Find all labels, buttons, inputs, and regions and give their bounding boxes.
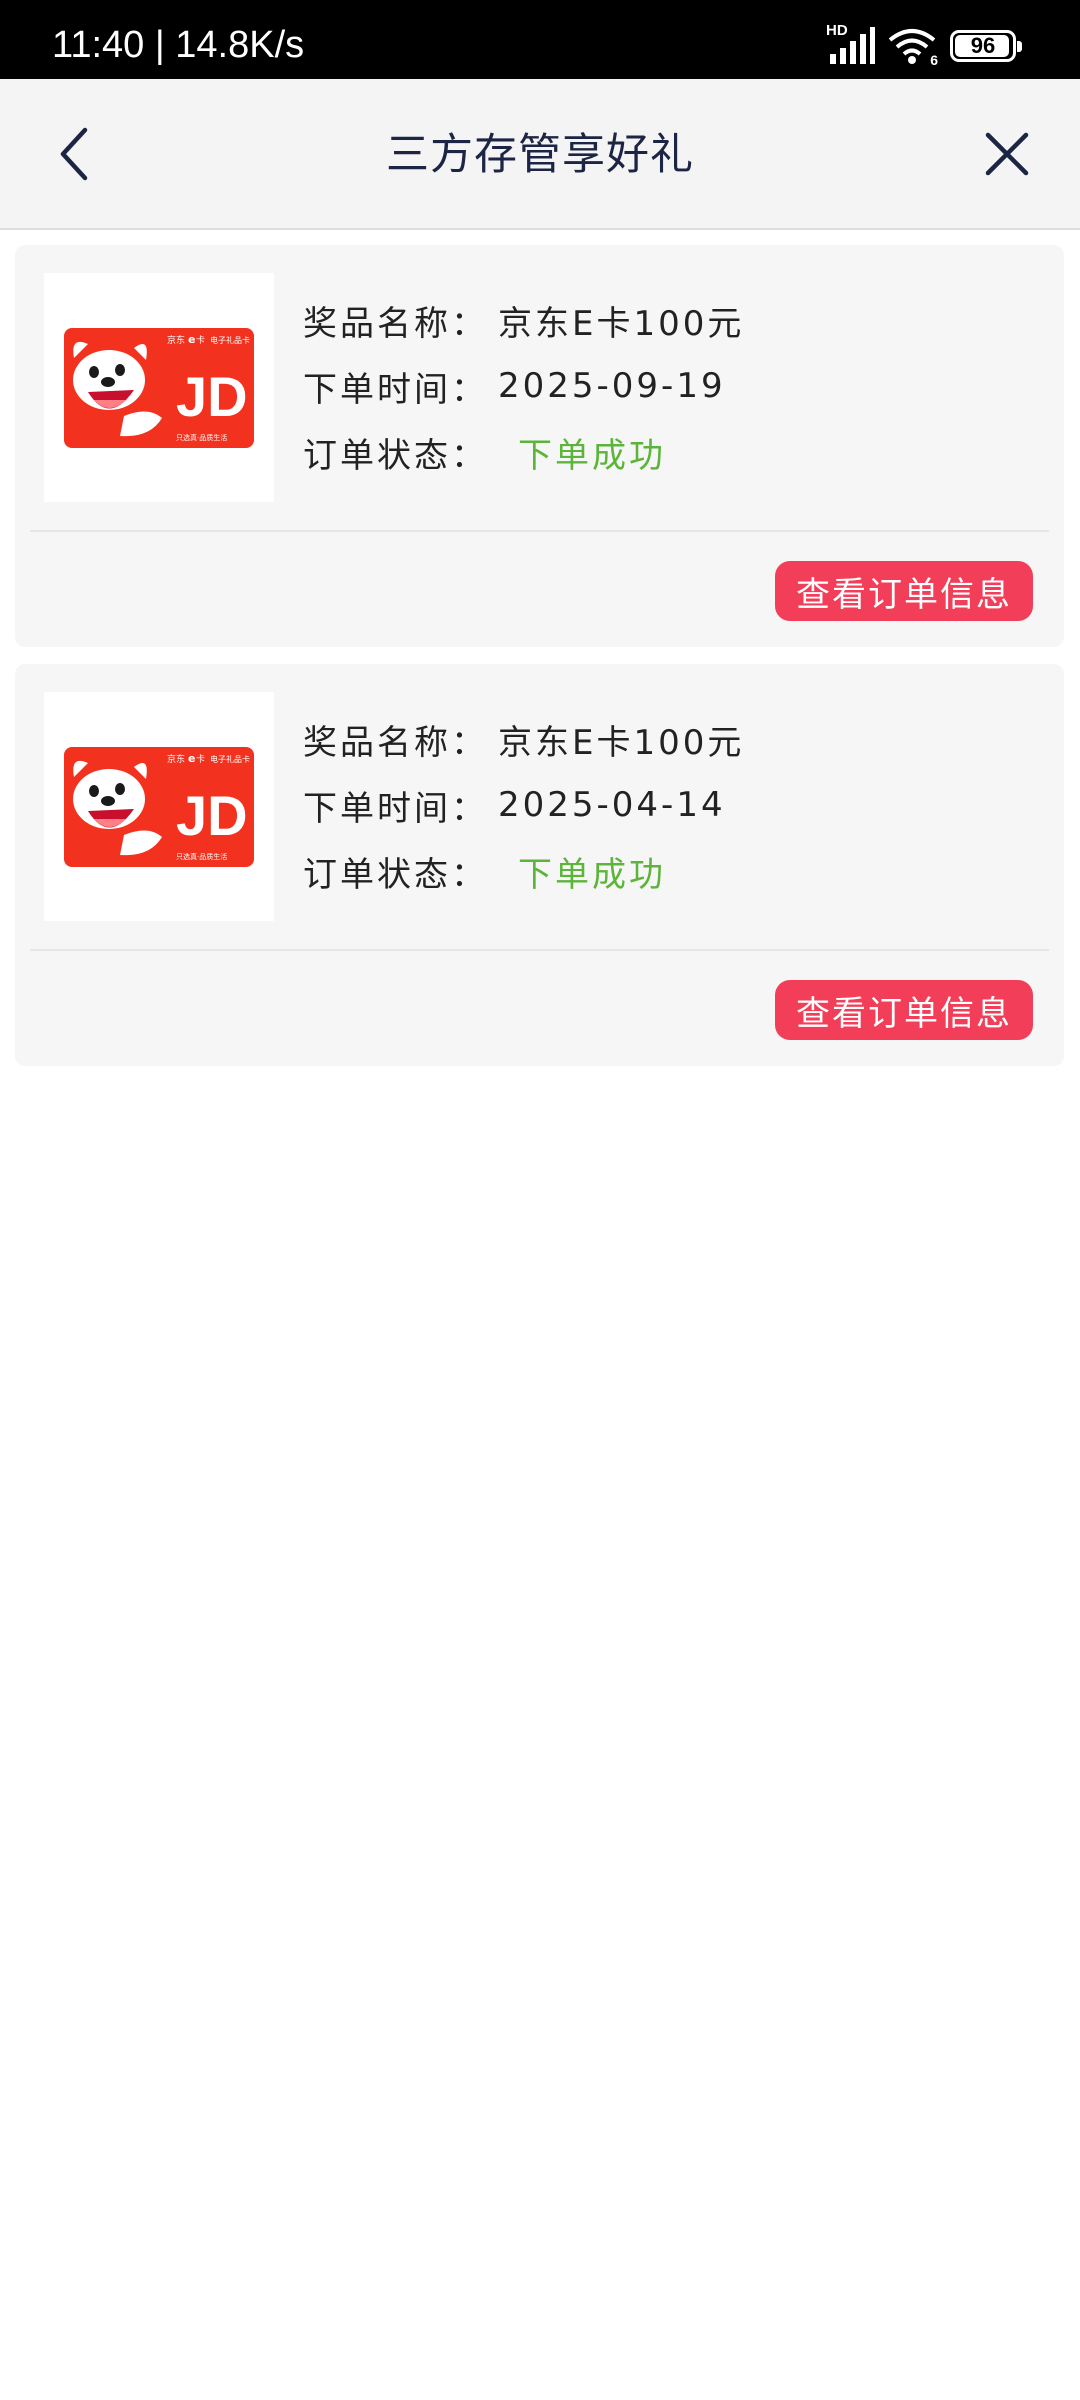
order-status-value: 下单成功 bbox=[518, 854, 666, 895]
order-status-row: 订单状态： 下单成功 bbox=[303, 419, 744, 485]
order-time-value: 2025-04-14 bbox=[498, 785, 726, 825]
card-gift-text: 电子礼品卡 bbox=[210, 754, 250, 764]
prize-name-label: 奖品名称： bbox=[303, 722, 488, 763]
order-status-label: 订单状态： bbox=[303, 435, 488, 476]
card-jd-logo: JD bbox=[176, 784, 248, 847]
battery-level: 96 bbox=[970, 33, 996, 58]
card-slogan: 只选真·品质生活 bbox=[176, 433, 227, 442]
card-gift-text: 电子礼品卡 bbox=[210, 335, 250, 345]
order-info: 奖品名称： 京东E卡100元 下单时间： 2025-09-19 订单状态： 下单… bbox=[303, 287, 744, 485]
order-time-value: 2025-09-19 bbox=[498, 366, 726, 406]
order-info: 奖品名称： 京东E卡100元 下单时间： 2025-04-14 订单状态： 下单… bbox=[303, 706, 744, 904]
prize-name-value: 京东E卡100元 bbox=[498, 303, 745, 344]
gift-card-image: 京东 e 卡 电子礼品卡 JD 只选真·品质生活 bbox=[44, 273, 274, 502]
order-card: 京东 e 卡 电子礼品卡 JD 只选真·品质生活 奖品名称： 京东E卡100元 bbox=[15, 664, 1064, 1066]
order-status-value: 下单成功 bbox=[518, 435, 666, 476]
card-slogan: 只选真·品质生活 bbox=[176, 852, 227, 861]
order-time-row: 下单时间： 2025-04-14 bbox=[303, 772, 744, 838]
page-title: 三方存管享好礼 bbox=[386, 130, 694, 180]
order-time-row: 下单时间： 2025-09-19 bbox=[303, 353, 744, 419]
gift-card-image: 京东 e 卡 电子礼品卡 JD 只选真·品质生活 bbox=[44, 692, 274, 921]
prize-name-row: 奖品名称： 京东E卡100元 bbox=[303, 706, 744, 772]
order-list: 京东 e 卡 电子礼品卡 JD 只选真·品质生活 奖品名称： 京东E卡100元 bbox=[15, 245, 1065, 1083]
view-order-button[interactable]: 查看订单信息 bbox=[775, 561, 1033, 621]
prize-name-value: 京东E卡100元 bbox=[498, 722, 745, 763]
wifi-badge: 6 bbox=[930, 52, 938, 68]
card-divider bbox=[30, 949, 1049, 951]
card-brand-e: e bbox=[188, 752, 195, 765]
card-divider bbox=[30, 530, 1049, 532]
order-card: 京东 e 卡 电子礼品卡 JD 只选真·品质生活 奖品名称： 京东E卡100元 bbox=[15, 245, 1064, 647]
prize-name-row: 奖品名称： 京东E卡100元 bbox=[303, 287, 744, 353]
close-icon[interactable] bbox=[974, 121, 1040, 187]
order-status-row: 订单状态： 下单成功 bbox=[303, 838, 744, 904]
signal-icon: HD bbox=[826, 22, 876, 66]
view-order-button[interactable]: 查看订单信息 bbox=[775, 980, 1033, 1040]
card-brand-ka: 卡 bbox=[196, 334, 205, 346]
status-bar: 11:40 | 14.8K/s HD 6 96 bbox=[0, 0, 1080, 79]
status-time: 11:40 | 14.8K/s bbox=[52, 24, 305, 66]
wifi-icon: 6 bbox=[888, 26, 938, 68]
card-brand-ka: 卡 bbox=[196, 753, 205, 765]
order-status-label: 订单状态： bbox=[303, 854, 488, 895]
card-brand-text: 京东 bbox=[167, 753, 185, 765]
status-icons: HD 6 96 bbox=[826, 22, 1022, 68]
card-brand-e: e bbox=[188, 333, 195, 346]
order-time-label: 下单时间： bbox=[303, 788, 488, 829]
navigation-bar: 三方存管享好礼 bbox=[0, 79, 1080, 230]
card-brand-text: 京东 bbox=[167, 334, 185, 346]
prize-name-label: 奖品名称： bbox=[303, 303, 488, 344]
battery-icon: 96 bbox=[950, 30, 1022, 62]
card-jd-logo: JD bbox=[176, 365, 248, 428]
order-time-label: 下单时间： bbox=[303, 369, 488, 410]
